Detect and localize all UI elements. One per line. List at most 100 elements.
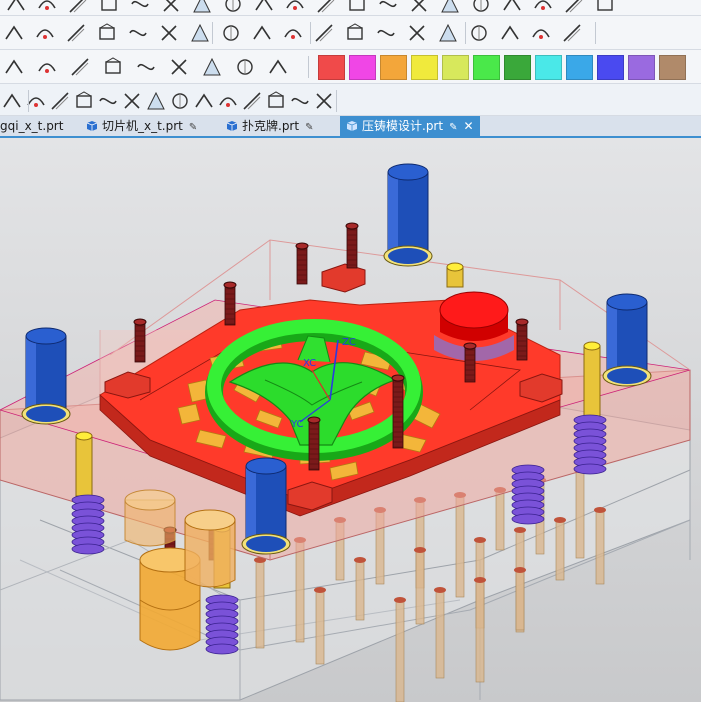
tangent-icon[interactable] [96,89,120,113]
ejector-pin [495,489,505,551]
fillet-curve-icon[interactable] [134,55,158,79]
ribbon-surface-icon[interactable] [266,55,290,79]
socket-screw [392,377,404,449]
pocket-icon[interactable] [128,0,152,15]
toolbar-row-surfaces-colors [0,50,701,84]
arc-icon[interactable] [68,55,92,79]
quadrant-icon[interactable] [192,89,216,113]
extrude-icon[interactable] [4,0,28,15]
isoparametric-curve-icon[interactable] [188,21,212,45]
existing-point-icon[interactable] [240,89,264,113]
boss-icon[interactable] [97,0,121,15]
intersection-icon[interactable] [216,89,240,113]
modified-icon: ✎ [188,122,198,133]
bridge-curve-icon[interactable] [95,21,119,45]
color-swatch[interactable] [349,55,376,80]
thicken-icon[interactable] [562,0,586,15]
sketch-icon[interactable] [529,21,553,45]
offset-curve-icon[interactable] [64,21,88,45]
replace-face-icon[interactable] [531,0,555,15]
face-icon[interactable] [200,55,224,79]
project-curve-icon[interactable] [126,21,150,45]
cross-point-icon[interactable] [35,55,59,79]
divide-curve-icon[interactable] [312,21,336,45]
color-swatch[interactable] [628,55,655,80]
color-swatch[interactable] [504,55,531,80]
perpendicular-icon[interactable] [144,89,168,113]
datum-csys-icon[interactable] [498,21,522,45]
color-swatch[interactable] [597,55,624,80]
part-file-icon [86,121,98,131]
point-icon[interactable] [2,55,26,79]
color-swatch[interactable] [442,55,469,80]
arc-center-icon[interactable] [168,89,192,113]
ejector-pin [295,539,305,643]
grid-icon[interactable] [312,89,336,113]
color-swatch[interactable] [318,55,345,80]
chamfer-icon[interactable] [190,0,214,15]
intersect-icon[interactable] [407,0,431,15]
yc-label: YC [290,419,304,430]
offset-face-icon[interactable] [500,0,524,15]
extract-curve-icon[interactable] [219,21,243,45]
return-pin-top [446,262,464,272]
box-body-icon[interactable] [167,55,191,79]
xc-label: XC [303,358,316,369]
tab-label: 压铸模设计.prt [362,119,444,133]
line-angle-icon[interactable] [72,89,96,113]
fit-curve-icon[interactable] [101,55,125,79]
color-swatch[interactable] [411,55,438,80]
line-icon[interactable] [48,89,72,113]
color-swatch[interactable] [659,55,686,80]
guide-pillar-highlight [26,336,36,414]
split-body-icon[interactable] [469,0,493,15]
color-swatch[interactable] [380,55,407,80]
guide-pillar-highlight [246,466,256,544]
color-swatch[interactable] [535,55,562,80]
spline-icon[interactable] [33,21,57,45]
measure-icon[interactable] [560,21,584,45]
color-swatch[interactable] [566,55,593,80]
curve-icon[interactable] [2,21,26,45]
revolve-icon[interactable] [35,0,59,15]
guide-pillar-highlight [607,302,617,376]
section-curve-icon[interactable] [250,21,274,45]
ejector-pin [415,549,425,625]
part-file-icon [346,121,358,131]
pattern-icon[interactable] [283,0,307,15]
hole-icon[interactable] [66,0,90,15]
ejector-pin [315,589,325,665]
intersection-curve-icon[interactable] [157,21,181,45]
curve-snap-icon[interactable] [120,89,144,113]
color-swatch[interactable] [473,55,500,80]
draft-icon[interactable] [252,0,276,15]
screw-head [133,318,147,326]
close-tab-icon[interactable]: ✕ [463,116,473,136]
fill-surface-icon[interactable] [233,55,257,79]
scale-body-icon[interactable] [593,0,617,15]
mesh-point-icon[interactable] [288,89,312,113]
edit-curve-icon[interactable] [374,21,398,45]
tab-qiepianji[interactable]: 切片机_x_t.prt ✎ [86,116,197,136]
mirror-icon[interactable] [314,0,338,15]
tab-yazhumo-sheji[interactable]: 压铸模设计.prt ✎ ✕ [340,116,480,136]
blend-icon[interactable] [159,0,183,15]
view-cube-icon[interactable] [0,89,24,113]
face-point-icon[interactable] [264,89,288,113]
datum-axis-icon[interactable] [467,21,491,45]
unite-icon[interactable] [345,0,369,15]
tab-gqi[interactable]: gqi_x_t.prt [0,116,63,136]
point-set-icon[interactable] [405,21,429,45]
trim-curve-icon[interactable] [281,21,305,45]
curve-length-icon[interactable] [343,21,367,45]
subtract-icon[interactable] [376,0,400,15]
trim-body-icon[interactable] [438,0,462,15]
shell-icon[interactable] [221,0,245,15]
spring-coil [205,643,239,655]
tab-label: gqi_x_t.prt [0,119,64,133]
guide-pillar-base [246,536,286,552]
graphics-viewport[interactable]: ZC YC XC [0,138,701,702]
tab-pukepai[interactable]: 扑克牌.prt ✎ [226,116,313,136]
datum-plane-icon[interactable] [436,21,460,45]
screw-head [515,318,529,326]
